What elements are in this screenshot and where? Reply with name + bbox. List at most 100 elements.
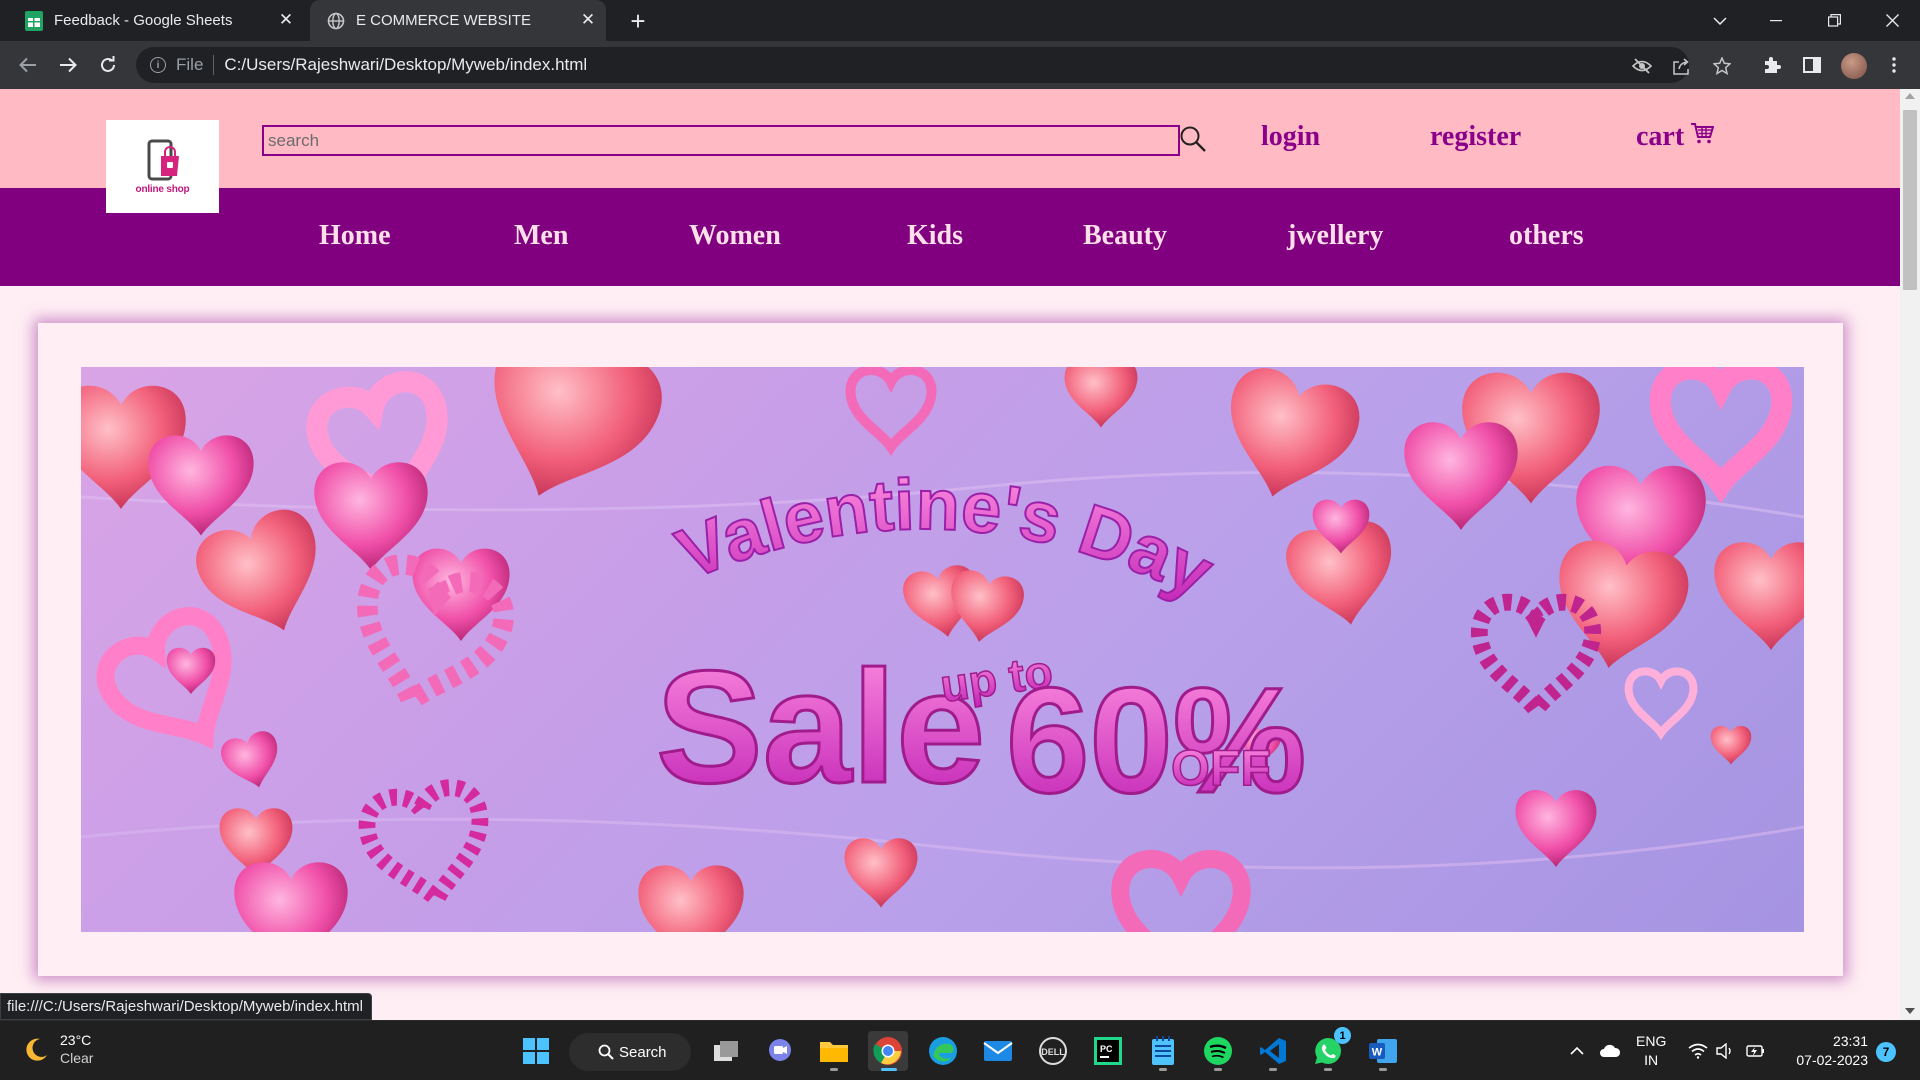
nav-beauty[interactable]: Beauty: [1083, 220, 1167, 252]
running-indicator: [881, 1068, 897, 1071]
pycharm-icon[interactable]: PC: [1088, 1031, 1128, 1071]
new-tab-button[interactable]: +: [624, 7, 652, 35]
back-arrow-icon[interactable]: [14, 51, 42, 79]
weather-condition: Clear: [60, 1050, 94, 1066]
weather-widget[interactable]: 23°C Clear: [22, 1031, 93, 1067]
nav-women[interactable]: Women: [689, 220, 781, 252]
kebab-menu-icon[interactable]: [1883, 54, 1905, 76]
google-sheets-icon: [24, 10, 44, 31]
page-scrollbar[interactable]: [1900, 89, 1920, 1020]
cart-label: cart: [1636, 121, 1685, 152]
show-hidden-icons-chevron-icon[interactable]: [1567, 1021, 1587, 1080]
register-link[interactable]: register: [1430, 121, 1521, 153]
search-icon: [598, 1044, 614, 1060]
status-url-bubble: file:///C:/Users/Rajeshwari/Desktop/Mywe…: [0, 993, 372, 1020]
banner-card: Valentine's Day Sale up to 60% OFF: [38, 323, 1843, 976]
taskbar-search-label: Search: [619, 1043, 667, 1061]
main-nav: Home Men Women Kids Beauty jwellery othe…: [0, 188, 1900, 286]
tab-ecommerce[interactable]: E COMMERCE WEBSITE ✕: [310, 0, 606, 41]
extensions-puzzle-icon[interactable]: [1761, 54, 1783, 76]
tab-search-chevron-icon[interactable]: [1692, 0, 1748, 41]
minimize-button[interactable]: [1748, 0, 1804, 41]
search-input[interactable]: [262, 125, 1180, 156]
moon-icon: [26, 1038, 47, 1061]
info-icon[interactable]: i: [150, 57, 166, 73]
file-explorer-icon[interactable]: [814, 1031, 854, 1071]
whatsapp-badge: 1: [1334, 1027, 1351, 1044]
cart-link[interactable]: cart: [1636, 121, 1715, 153]
scrollbar-thumb[interactable]: [1903, 110, 1917, 290]
language-line2: IN: [1644, 1052, 1659, 1068]
word-icon[interactable]: W: [1363, 1031, 1403, 1071]
site-header: login register cart: [0, 89, 1900, 188]
wifi-icon[interactable]: [1686, 1021, 1710, 1080]
share-icon[interactable]: [1672, 56, 1692, 76]
reload-icon[interactable]: [94, 51, 122, 79]
svg-text:DELL: DELL: [1041, 1047, 1065, 1057]
clock-date: 07-02-2023: [1796, 1052, 1868, 1068]
notification-badge[interactable]: 7: [1876, 1042, 1896, 1062]
edge-icon[interactable]: [923, 1031, 963, 1071]
url-scheme: File: [176, 55, 204, 74]
search-icon[interactable]: [1178, 124, 1208, 154]
clock-time: 23:31: [1832, 1033, 1868, 1049]
address-bar[interactable]: i File C:/Users/Rajeshwari/Desktop/Myweb…: [136, 47, 1731, 83]
close-window-button[interactable]: [1864, 0, 1920, 41]
running-indicator: [830, 1068, 838, 1071]
language-line1: ENG: [1636, 1033, 1667, 1049]
close-tab-icon[interactable]: ✕: [580, 11, 596, 28]
svg-text:W: W: [1372, 1047, 1383, 1059]
notepad-icon[interactable]: [1143, 1031, 1183, 1071]
bookmark-star-icon[interactable]: [1712, 56, 1732, 76]
chrome-icon[interactable]: [868, 1031, 908, 1071]
nav-jwellery[interactable]: jwellery: [1287, 220, 1383, 252]
nav-men[interactable]: Men: [514, 220, 568, 252]
running-indicator: [1214, 1068, 1222, 1071]
url-text[interactable]: C:/Users/Rajeshwari/Desktop/Myweb/index.…: [224, 55, 587, 75]
nav-kids[interactable]: Kids: [907, 220, 963, 252]
login-link[interactable]: login: [1261, 121, 1320, 153]
side-panel-icon[interactable]: [1801, 54, 1823, 76]
cart-icon: [1690, 121, 1715, 153]
taskbar: 23°C Clear Search DELL PC 1 W ENG IN 23:…: [0, 1020, 1920, 1080]
whatsapp-icon[interactable]: 1: [1308, 1027, 1351, 1071]
site-logo[interactable]: online shop: [106, 120, 219, 213]
restore-button[interactable]: [1806, 0, 1862, 41]
svg-text:PC: PC: [1100, 1044, 1113, 1054]
running-indicator: [1159, 1068, 1167, 1071]
nav-others[interactable]: others: [1509, 220, 1584, 252]
tab-title: Feedback - Google Sheets: [54, 12, 233, 29]
profile-avatar[interactable]: [1841, 53, 1867, 79]
scroll-down-arrow-icon[interactable]: [1905, 1008, 1915, 1014]
running-indicator: [1379, 1068, 1387, 1071]
teams-chat-icon[interactable]: [760, 1031, 800, 1071]
mail-icon[interactable]: [978, 1031, 1018, 1071]
onedrive-cloud-icon[interactable]: [1597, 1021, 1623, 1080]
eye-slash-icon[interactable]: [1632, 56, 1652, 76]
language-indicator[interactable]: ENG IN: [1636, 1032, 1666, 1070]
task-view-icon[interactable]: [706, 1031, 746, 1071]
spotify-icon[interactable]: [1198, 1031, 1238, 1071]
windows-start-icon[interactable]: [516, 1031, 556, 1071]
tab-strip: Feedback - Google Sheets ✕ E COMMERCE WE…: [0, 0, 1920, 41]
taskbar-search-button[interactable]: Search: [569, 1033, 691, 1071]
scroll-up-arrow-icon[interactable]: [1905, 93, 1915, 99]
battery-charging-icon[interactable]: [1744, 1021, 1768, 1080]
tab-google-sheets[interactable]: Feedback - Google Sheets ✕: [24, 0, 304, 41]
forward-arrow-icon[interactable]: [54, 51, 82, 79]
nav-home[interactable]: Home: [319, 220, 391, 252]
running-indicator: [1269, 1068, 1277, 1071]
system-clock[interactable]: 23:31 07-02-2023: [1788, 1032, 1868, 1070]
divider: [213, 55, 215, 75]
weather-temp: 23°C: [60, 1032, 92, 1048]
page-viewport: login register cart online shop Home Men…: [0, 89, 1900, 1020]
vscode-icon[interactable]: [1253, 1031, 1293, 1071]
volume-icon[interactable]: [1714, 1021, 1738, 1080]
running-indicator: [1324, 1068, 1332, 1071]
globe-icon: [326, 11, 346, 31]
close-tab-icon[interactable]: ✕: [278, 11, 294, 28]
dell-icon[interactable]: DELL: [1033, 1031, 1073, 1071]
toolbar: i File C:/Users/Rajeshwari/Desktop/Myweb…: [0, 41, 1920, 89]
tab-title: E COMMERCE WEBSITE: [356, 12, 532, 29]
valentines-sale-banner[interactable]: Valentine's Day Sale up to 60% OFF: [81, 367, 1804, 932]
